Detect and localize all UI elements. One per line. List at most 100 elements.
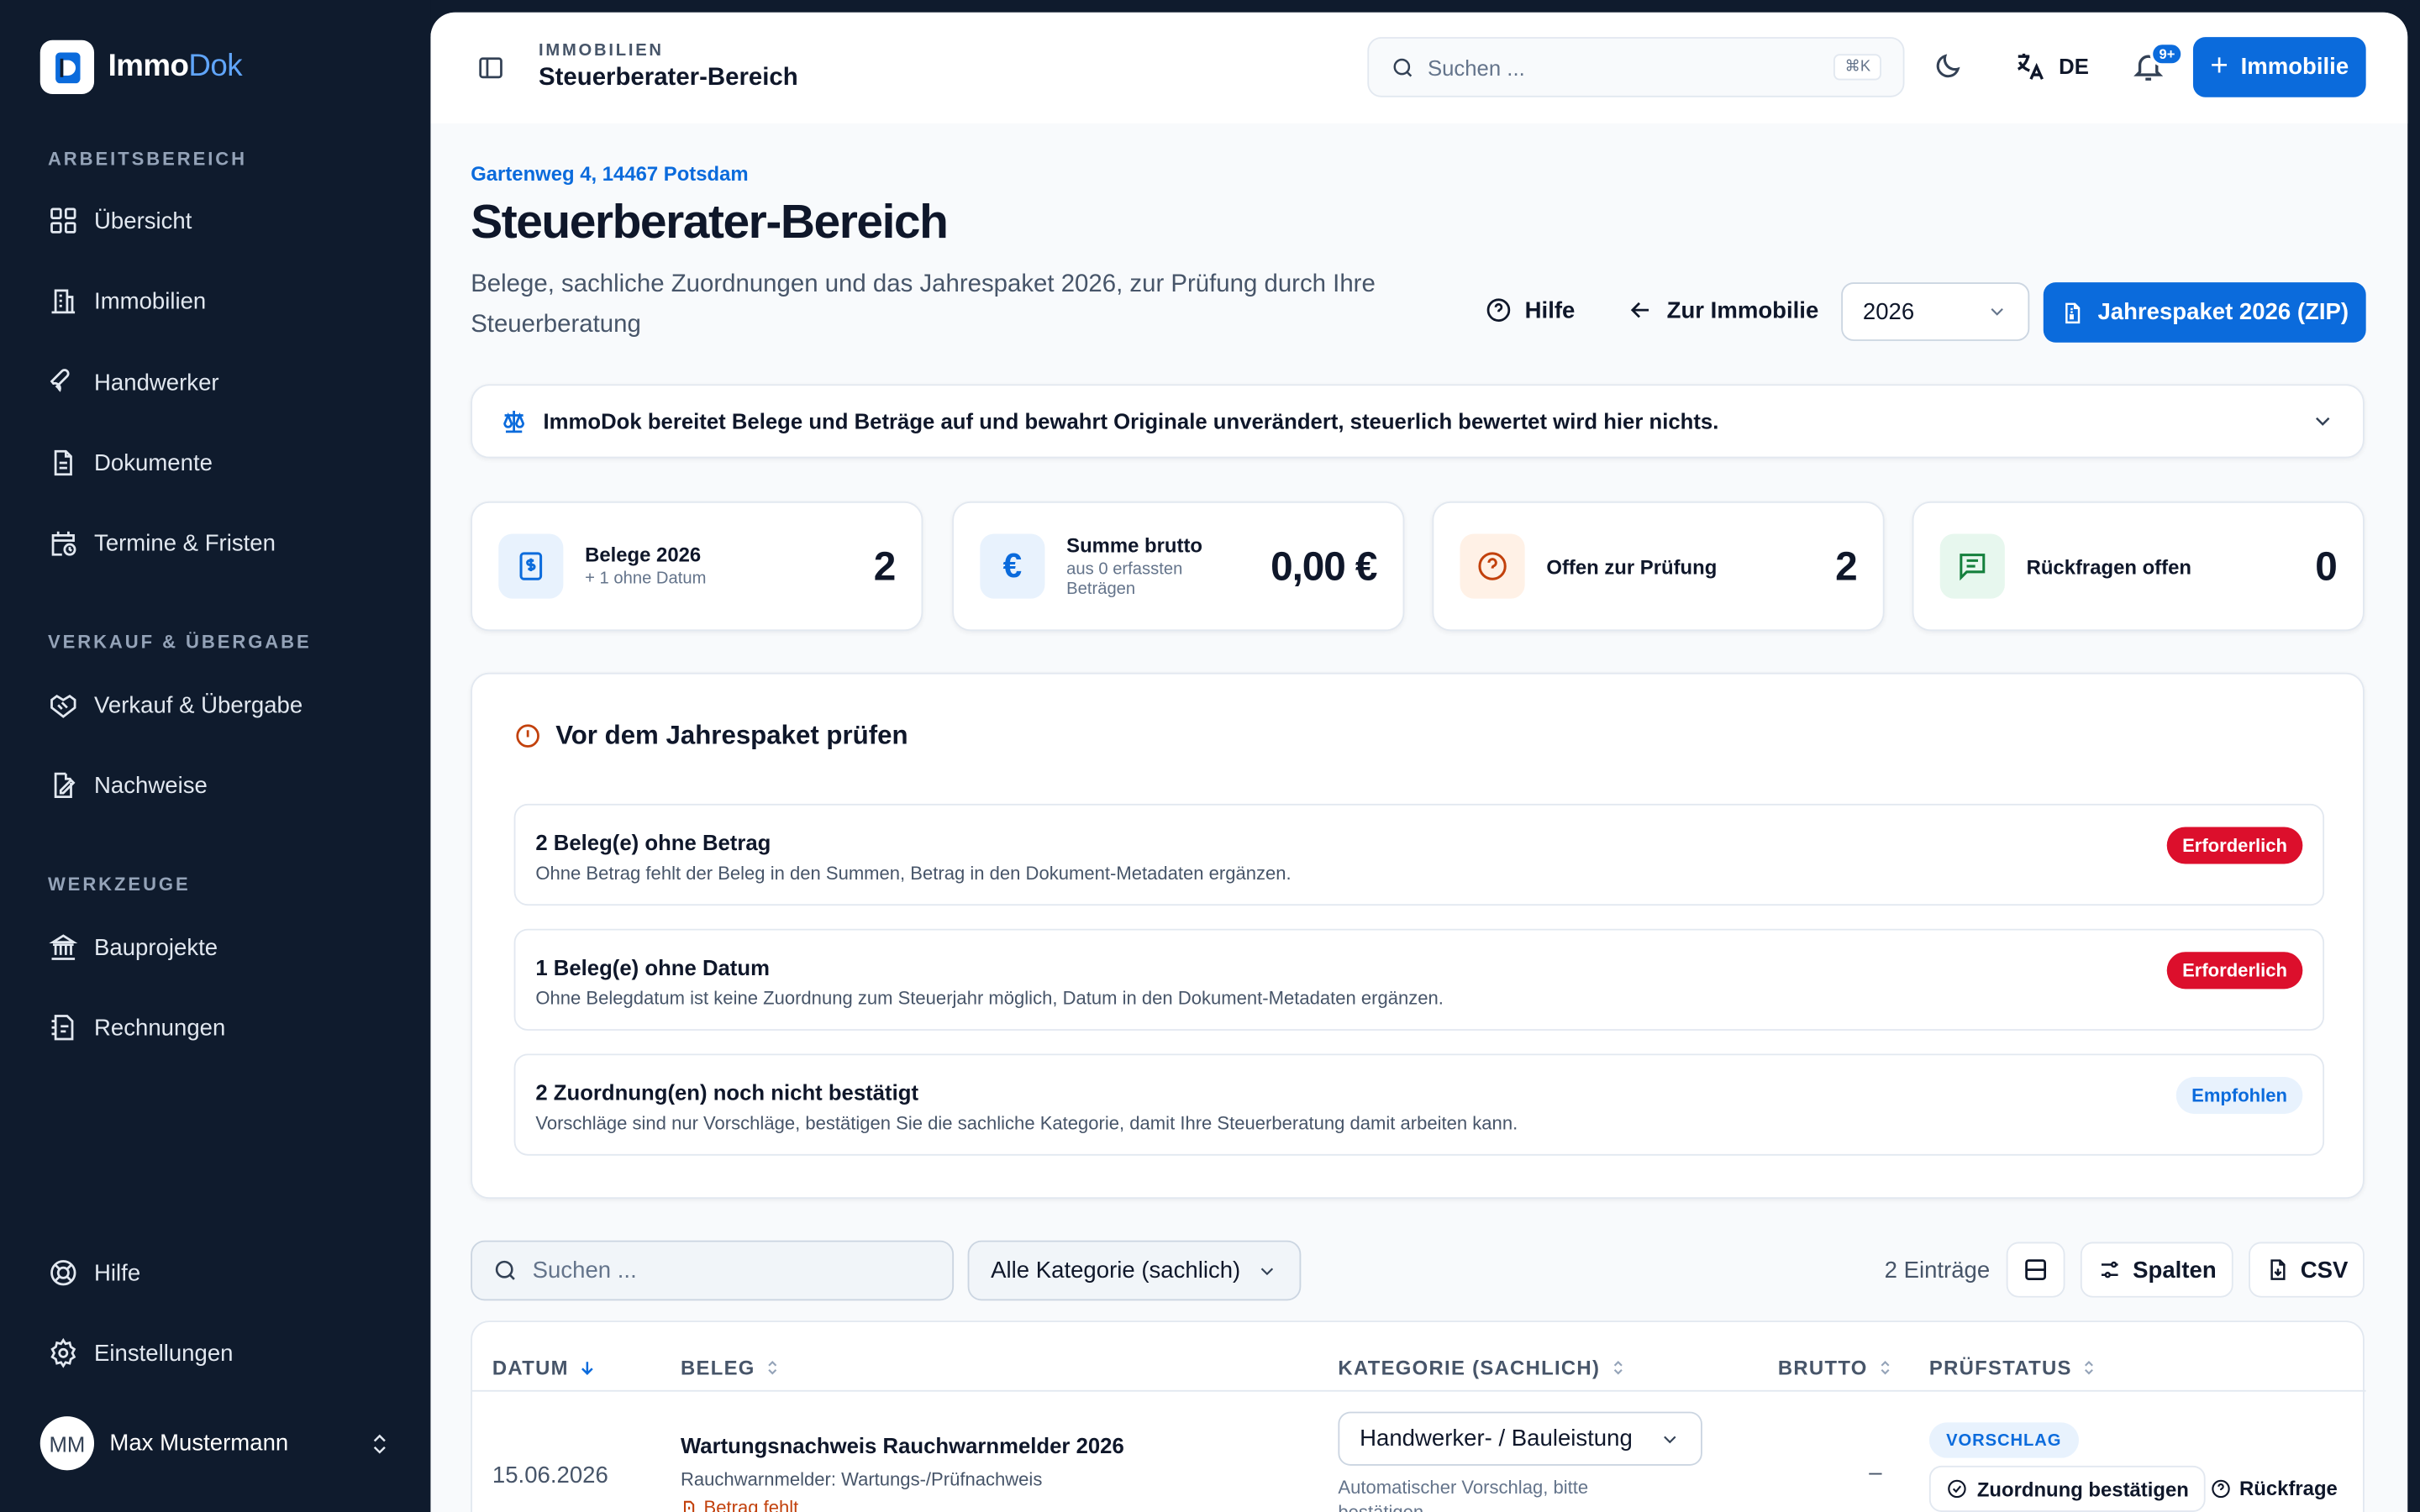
sidebar-item-termine[interactable]: Termine & Fristen: [48, 528, 276, 559]
sidebar-item-label: Termine & Fristen: [94, 529, 276, 557]
stat-value: 2: [873, 542, 897, 589]
gear-icon: [50, 1337, 76, 1368]
pre-check-panel: Vor dem Jahrespaket prüfen 2 Beleg(e) oh…: [471, 672, 2365, 1200]
row-brutto: –: [1869, 1459, 1882, 1486]
sidebar-item-bauprojekte[interactable]: Bauprojekte: [48, 932, 218, 963]
sidebar-item-nachweise[interactable]: Nachweise: [48, 770, 208, 801]
sidebar-item-label: Einstellungen: [94, 1340, 234, 1367]
column-header-kategorie[interactable]: KATEGORIE (SACHLICH): [1338, 1356, 1626, 1379]
help-circle-icon: [2212, 1478, 2230, 1498]
csv-export-button[interactable]: CSV: [2249, 1242, 2365, 1298]
export-annual-package-button[interactable]: Jahrespaket 2026 (ZIP): [2043, 282, 2366, 343]
column-header-datum[interactable]: DATUM: [492, 1356, 598, 1379]
column-header-brutto[interactable]: BRUTTO: [1778, 1356, 1894, 1379]
section-arbeitsbereich: ARBEITSBEREICH: [47, 148, 248, 171]
sidebar-item-verkauf[interactable]: Verkauf & Übergabe: [48, 690, 302, 721]
year-select[interactable]: 2026: [1841, 282, 2030, 341]
chevron-down-icon: [1664, 1435, 1676, 1443]
stat-card-rueckfragen: Rückfragen offen 0: [1912, 501, 2365, 632]
translate-icon: [2017, 53, 2044, 80]
density-toggle-button[interactable]: [2006, 1242, 2065, 1298]
column-header-beleg[interactable]: BELEG: [681, 1356, 781, 1379]
calendar-clock-icon: [51, 531, 76, 556]
alert-circle-icon: [516, 724, 539, 748]
stat-label: Rückfragen offen: [2026, 554, 2191, 578]
sidebar-item-label: Verkauf & Übergabe: [94, 691, 303, 718]
sidebar-item-immobilien[interactable]: Immobilien: [48, 286, 206, 317]
chevron-down-icon: [1991, 308, 2003, 316]
sidebar-item-handwerker[interactable]: Handwerker: [48, 367, 219, 398]
stat-card-belege: Belege 2026 + 1 ohne Datum 2: [471, 501, 923, 632]
stat-note: + 1 ohne Datum: [585, 569, 707, 588]
confirm-assignment-button[interactable]: Zuordnung bestätigen: [1928, 1465, 2207, 1512]
stat-value: 0,00 €: [1270, 542, 1377, 589]
sidebar-item-dokumente[interactable]: Dokumente: [48, 448, 213, 479]
check-item[interactable]: 2 Beleg(e) ohne Betrag Ohne Betrag fehlt…: [513, 803, 2325, 906]
main-panel: IMMOBILIEN Steuerberater-Bereich Suchen …: [430, 12, 2408, 1512]
language-label: DE: [2059, 54, 2089, 79]
check-desc: Vorschläge sind nur Vorschläge, bestätig…: [535, 1112, 1518, 1134]
disclaimer-notice[interactable]: ImmoDok bereitet Belege und Beträge auf …: [471, 384, 2365, 459]
search-icon: [495, 1260, 515, 1280]
check-desc: Ohne Betrag fehlt der Beleg in den Summe…: [535, 862, 1292, 885]
check-title: 2 Beleg(e) ohne Betrag: [535, 830, 771, 855]
row-category-select[interactable]: Handwerker- / Bauleistung: [1338, 1411, 1702, 1466]
sort-icon: [1881, 1361, 1890, 1375]
global-search-input[interactable]: Suchen ... ⌘K: [1367, 37, 1905, 97]
message-square-icon: [1939, 533, 2005, 599]
arrow-left-icon: [1630, 302, 1649, 318]
wrench-icon: [50, 369, 70, 392]
status-badge: Erforderlich: [2166, 827, 2303, 864]
sidebar: ImmoDok ARBEITSBEREICH Übersicht Immobil…: [0, 0, 431, 1512]
status-badge: Erforderlich: [2166, 952, 2303, 990]
sidebar-toggle-icon[interactable]: [477, 54, 505, 89]
category-filter-select[interactable]: Alle Kategorie (sachlich): [967, 1240, 1302, 1301]
query-button[interactable]: Rückfrage: [2210, 1477, 2338, 1499]
help-circle-icon: [1460, 533, 1525, 599]
sidebar-item-einstellungen[interactable]: Einstellungen: [48, 1337, 234, 1368]
columns-button[interactable]: Spalten: [2080, 1242, 2233, 1298]
table-search-input[interactable]: Suchen ...: [471, 1240, 955, 1301]
help-button[interactable]: Hilfe: [1485, 297, 1575, 324]
column-header-pruefstatus[interactable]: PRÜFSTATUS: [1929, 1356, 2098, 1379]
chevrons-up-down-icon: [373, 1433, 386, 1453]
documents-table: DATUM BELEG KATEGORIE (SACHLICH) BRUTTO …: [471, 1320, 2366, 1512]
check-item[interactable]: 1 Beleg(e) ohne Datum Ohne Belegdatum is…: [513, 928, 2325, 1031]
sidebar-item-label: Dokumente: [94, 449, 213, 476]
sidebar-item-label: Bauprojekte: [94, 934, 218, 961]
check-title: 2 Zuordnung(en) noch nicht bestätigt: [535, 1079, 919, 1105]
sidebar-item-label: Nachweise: [94, 772, 208, 799]
check-item[interactable]: 2 Zuordnung(en) noch nicht bestätigt Vor…: [513, 1053, 2325, 1156]
stat-card-summe: € Summe brutto aus 0 erfassten Beträgen …: [952, 501, 1405, 632]
sidebar-item-rechnungen[interactable]: Rechnungen: [48, 1012, 225, 1043]
landmark-icon: [49, 934, 78, 960]
document-icon: [54, 449, 72, 476]
language-switch[interactable]: DE: [2012, 50, 2089, 83]
sidebar-item-uebersicht[interactable]: Übersicht: [48, 205, 192, 236]
brand[interactable]: ImmoDok: [39, 39, 243, 95]
back-to-property-button[interactable]: Zur Immobilie: [1627, 297, 1818, 324]
add-property-button[interactable]: + Immobilie: [2192, 37, 2366, 97]
user-menu[interactable]: MM Max Mustermann: [39, 1416, 392, 1471]
stat-value: 2: [1835, 542, 1858, 589]
row-category-note: Automatischer Vorschlag, bitte bestätige…: [1338, 1476, 1589, 1512]
breadcrumb[interactable]: IMMOBILIEN: [539, 42, 664, 60]
search-icon: [1393, 57, 1413, 76]
sidebar-item-label: Rechnungen: [94, 1014, 226, 1041]
row-title[interactable]: Wartungsnachweis Rauchwarnmelder 2026: [681, 1433, 1124, 1457]
dark-mode-toggle[interactable]: [1933, 51, 1964, 90]
sidebar-item-hilfe[interactable]: Hilfe: [48, 1257, 140, 1289]
disclaimer-text: ImmoDok bereitet Belege und Beträge auf …: [543, 408, 1719, 434]
grid-icon: [50, 207, 76, 234]
immodok-logo-icon: [39, 39, 95, 95]
moon-icon: [1936, 54, 1960, 78]
avatar: MM: [39, 1416, 95, 1471]
stat-note: aus 0 erfassten Beträgen: [1066, 559, 1183, 598]
row-date: 15.06.2026: [492, 1462, 608, 1489]
notifications-button[interactable]: 9+: [2131, 41, 2185, 92]
arrow-down-icon: [581, 1362, 594, 1375]
receipt-icon: [51, 1015, 74, 1041]
sidebar-item-label: Immobilien: [94, 287, 207, 314]
section-werkzeuge: WERKZEUGE: [47, 873, 191, 895]
property-address[interactable]: Gartenweg 4, 14467 Potsdam: [471, 162, 748, 186]
